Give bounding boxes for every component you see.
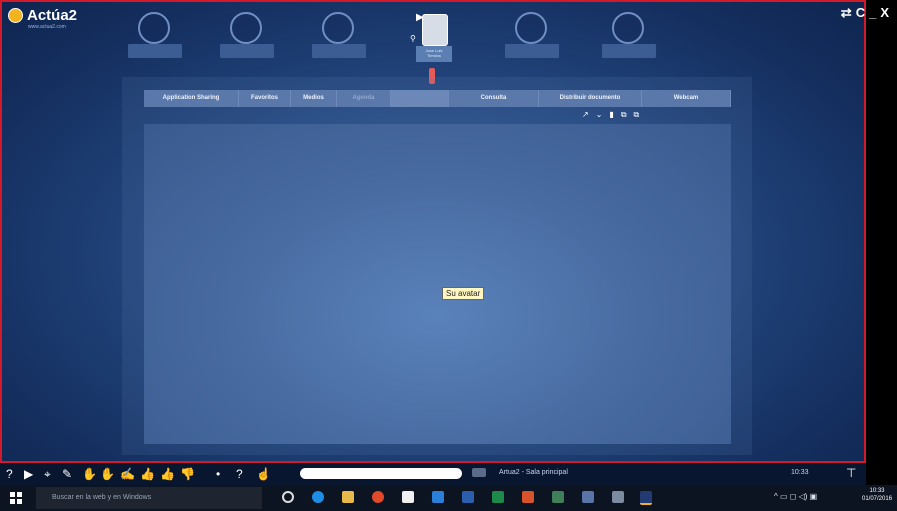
seat-ring [612, 12, 644, 44]
hand-icon[interactable]: ✋ [100, 466, 115, 482]
windows-start-icon[interactable] [10, 492, 22, 504]
pointer-icon[interactable]: ↗ [582, 110, 589, 120]
seat-plate [220, 44, 274, 58]
thumbs-up-icon[interactable]: 👍 [140, 466, 155, 482]
app-logo: Actúa2 www.actua2.com [8, 7, 78, 30]
thumbs-up-alt-icon[interactable]: 👍 [160, 466, 175, 482]
page-icon[interactable]: ▮ [609, 110, 613, 120]
help-icon[interactable]: ? [6, 466, 13, 482]
pin-icon[interactable]: ⊤ [846, 466, 856, 480]
seat-ring [322, 12, 354, 44]
copy-icon[interactable]: ⧉ [621, 110, 627, 120]
edge-icon[interactable] [312, 491, 324, 503]
chat-icon[interactable] [472, 468, 486, 477]
chrome-icon[interactable] [372, 491, 384, 503]
app-icon[interactable] [582, 491, 594, 503]
file-explorer-icon[interactable] [342, 491, 354, 503]
app-tagline: www.actua2.com [28, 24, 66, 30]
window-controls: ⇄ C _ X [841, 5, 889, 21]
taskbar-clock: 10:33 01/07/2016 [862, 487, 892, 503]
user-name-line2: Terroba [427, 53, 441, 58]
user-name-plate: Jose Luis Terroba [416, 46, 452, 62]
seat-plate [602, 44, 656, 58]
cortana-icon[interactable] [282, 491, 294, 503]
close-button[interactable]: X [880, 5, 889, 21]
seat-ring [138, 12, 170, 44]
pen-icon[interactable]: ✎ [62, 466, 72, 482]
network-icon[interactable] [612, 491, 624, 503]
logo-icon [8, 8, 23, 23]
excel-icon[interactable] [492, 491, 504, 503]
tab-application-sharing[interactable]: Application Sharing [144, 90, 239, 107]
right-edge [866, 0, 897, 485]
target-icon[interactable]: ⌖ [44, 466, 51, 482]
tab-medios[interactable]: Medios [291, 90, 337, 107]
publisher-icon[interactable] [552, 491, 564, 503]
tab-agenda[interactable]: Agenda [337, 90, 391, 107]
avatar-tooltip: Su avatar [442, 287, 485, 300]
store-icon[interactable] [402, 491, 414, 503]
dot-icon[interactable]: • [216, 466, 220, 482]
user-seat[interactable]: ▶ ⚲ Jose Luis Terroba [402, 10, 462, 70]
actua2-taskbar-icon[interactable] [640, 491, 652, 505]
location-pin-icon: ⚲ [410, 34, 416, 43]
whiteboard-area[interactable] [144, 124, 731, 444]
tab-webcam[interactable]: Webcam [642, 90, 731, 107]
minimize-button[interactable]: _ [869, 5, 876, 21]
refresh-button[interactable]: C [856, 5, 865, 21]
dropdown-icon[interactable]: ⌄ [596, 110, 603, 120]
progress-bar [300, 468, 462, 479]
taskbar-search-input[interactable]: Buscar en la web y en Windows [36, 487, 262, 509]
taskbar-date: 01/07/2016 [862, 496, 893, 502]
empty-seat[interactable] [505, 12, 559, 60]
taskbar-time: 10:33 [869, 488, 885, 494]
seat-plate [312, 44, 366, 58]
empty-seat[interactable] [602, 12, 656, 60]
mail-icon[interactable] [432, 491, 444, 503]
word-icon[interactable] [462, 491, 474, 503]
system-tray[interactable]: ^ ▭ ◻ ◁) ▣ [774, 492, 817, 501]
app-name: Actúa2 [27, 7, 78, 24]
empty-seat[interactable] [220, 12, 274, 60]
swap-button[interactable]: ⇄ [841, 5, 852, 21]
tab-favoritos[interactable]: Favoritos [239, 90, 291, 107]
paste-icon[interactable]: ⧉ [634, 110, 640, 120]
user-avatar [422, 14, 448, 46]
tab-distribuir-documento[interactable]: Distribuir documento [539, 90, 642, 107]
empty-seat[interactable] [128, 12, 182, 60]
seat-ring [515, 12, 547, 44]
tab-consulta[interactable]: Consulta [449, 90, 539, 107]
board-toolbar: ↗ ⌄ ▮ ⧉ ⧉ [582, 110, 639, 120]
app-clock: 10:33 [791, 469, 809, 476]
tab-bar: Application Sharing Favoritos Medios Age… [144, 90, 731, 107]
seat-plate [505, 44, 559, 58]
thumbs-down-icon[interactable]: 👎 [180, 466, 195, 482]
point-icon[interactable]: ☝ [256, 466, 271, 482]
powerpoint-icon[interactable] [522, 491, 534, 503]
tab-blank[interactable] [391, 90, 449, 107]
room-label: Artua2 - Sala principal [499, 469, 568, 476]
raise-hand-icon[interactable]: ✋ [82, 466, 97, 482]
question-icon[interactable]: ? [236, 466, 243, 482]
write-icon[interactable]: ✍ [120, 466, 135, 482]
seat-ring [230, 12, 262, 44]
empty-seat[interactable] [312, 12, 366, 60]
seat-plate [128, 44, 182, 58]
play-icon[interactable]: ▶ [24, 466, 33, 482]
